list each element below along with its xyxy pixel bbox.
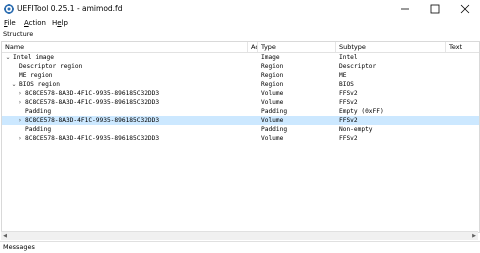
row-name: Padding — [25, 108, 52, 115]
column-header-type[interactable]: Type — [258, 42, 336, 52]
row-subtype: FFSv2 — [339, 90, 358, 97]
tree-header: Name Ac Type Subtype Text — [2, 42, 479, 53]
tree-body: ⌄ Intel image Image Intel Descriptor region R… — [2, 53, 479, 143]
menu-file[interactable]: File — [4, 19, 16, 28]
close-icon — [460, 4, 470, 14]
tree-row[interactable]: Padding Padding Non-empty — [2, 125, 479, 134]
scroll-right-icon[interactable]: ▶ — [470, 232, 478, 240]
expand-arrow-icon[interactable]: ⌄ — [11, 80, 17, 89]
expand-arrow-icon[interactable]: ⌄ — [5, 53, 11, 62]
row-type: Volume — [261, 90, 284, 97]
row-name: 8C8CE578-8A3D-4F1C-9935-896185C32DD3 — [25, 117, 160, 124]
tree-row[interactable]: › 8C8CE578-8A3D-4F1C-9935-896185C32DD3 Vol… — [2, 116, 479, 125]
row-name: ME region — [19, 72, 53, 79]
row-type: Volume — [261, 135, 284, 142]
row-subtype: BIOS — [339, 81, 354, 88]
row-type: Padding — [261, 108, 288, 115]
tree-row[interactable]: › 8C8CE578-8A3D-4F1C-9935-896185C32DD3 Vol… — [2, 134, 479, 143]
collapse-arrow-icon[interactable]: › — [17, 116, 23, 125]
row-subtype: Empty (0xFF) — [339, 108, 384, 115]
tree-row[interactable]: Padding Padding Empty (0xFF) — [2, 107, 479, 116]
tree-row[interactable]: › 8C8CE578-8A3D-4F1C-9935-896185C32DD3 Vol… — [2, 98, 479, 107]
column-header-subtype[interactable]: Subtype — [336, 42, 446, 52]
row-name: 8C8CE578-8A3D-4F1C-9935-896185C32DD3 — [25, 90, 160, 97]
title-bar: UEFITool 0.25.1 - amimod.fd — [0, 0, 480, 18]
column-header-text[interactable]: Text — [446, 42, 479, 52]
tree-row[interactable]: Descriptor region Region Descriptor — [2, 62, 479, 71]
menu-help[interactable]: Help — [52, 19, 68, 28]
structure-tree[interactable]: Name Ac Type Subtype Text ⌄Intel imageIm… — [1, 41, 480, 233]
row-name: 8C8CE578-8A3D-4F1C-9935-896185C32DD3 — [25, 135, 160, 142]
row-name: 8C8CE578-8A3D-4F1C-9935-896185C32DD3 — [25, 99, 160, 106]
row-subtype: FFSv2 — [339, 135, 358, 142]
messages-label: Messages — [3, 243, 35, 251]
window-title: UEFITool 0.25.1 - amimod.fd — [17, 4, 123, 13]
collapse-arrow-icon[interactable]: › — [17, 89, 23, 98]
maximize-button[interactable] — [420, 0, 450, 18]
menu-file-label: ile — [7, 19, 16, 27]
row-type: Image — [261, 54, 280, 61]
column-header-action[interactable]: Ac — [248, 42, 258, 52]
row-name: Padding — [25, 126, 52, 133]
splitter[interactable] — [0, 241, 480, 242]
menu-action-label: ction — [28, 19, 46, 27]
tree-row[interactable]: ⌄ BIOS region Region BIOS — [2, 80, 479, 89]
close-button[interactable] — [450, 0, 480, 18]
row-type: Region — [261, 63, 284, 70]
row-subtype: Non-empty — [339, 126, 373, 133]
tree-row[interactable]: ⌄ Intel image Image Intel — [2, 53, 479, 62]
row-name: BIOS region — [19, 81, 60, 88]
row-subtype: Intel — [339, 54, 358, 61]
minimize-icon — [401, 8, 409, 10]
row-name: Intel image — [13, 54, 54, 61]
maximize-icon — [430, 4, 440, 14]
menu-action[interactable]: Action — [24, 19, 46, 28]
collapse-arrow-icon[interactable]: › — [17, 98, 23, 107]
row-type: Padding — [261, 126, 288, 133]
scroll-left-icon[interactable]: ◀ — [1, 232, 9, 240]
collapse-arrow-icon[interactable]: › — [17, 134, 23, 143]
row-subtype: Descriptor — [339, 63, 377, 70]
horizontal-scrollbar[interactable]: ◀ ▶ — [1, 231, 478, 240]
tree-row[interactable]: › 8C8CE578-8A3D-4F1C-9935-896185C32DD3 Vol… — [2, 89, 479, 98]
menu-bar: File Action Help — [0, 18, 480, 29]
row-subtype: FFSv2 — [339, 99, 358, 106]
row-subtype: FFSv2 — [339, 117, 358, 124]
uefitool-app-icon — [4, 4, 14, 14]
row-type: Volume — [261, 117, 284, 124]
column-header-name[interactable]: Name — [2, 42, 248, 52]
structure-label: Structure — [3, 30, 34, 38]
row-type: Volume — [261, 99, 284, 106]
minimize-button[interactable] — [390, 0, 420, 18]
menu-help-label: lp — [61, 19, 68, 27]
row-subtype: ME — [339, 72, 347, 79]
row-name: Descriptor region — [19, 63, 83, 70]
row-type: Region — [261, 72, 284, 79]
tree-row[interactable]: ME region Region ME — [2, 71, 479, 80]
row-type: Region — [261, 81, 284, 88]
